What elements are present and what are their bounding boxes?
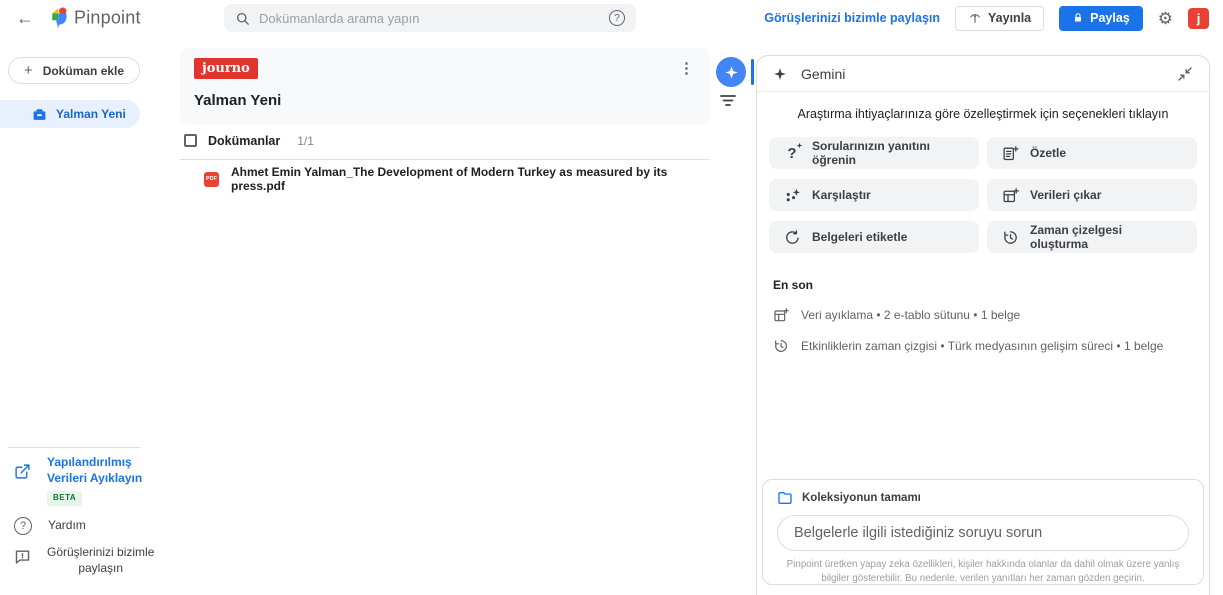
search-input[interactable]	[259, 11, 600, 26]
publish-button[interactable]: Yayınla	[955, 6, 1044, 31]
filter-icon[interactable]	[719, 94, 737, 112]
documents-count: 1/1	[297, 134, 314, 148]
documents-label: Dokümanlar	[208, 134, 280, 148]
gemini-spark-icon	[724, 65, 739, 80]
chip-summarize[interactable]: Özetle	[987, 137, 1197, 169]
sidebar-item-structured-data[interactable]: Yapılandırılmış Verileri Ayıklayın BETA	[14, 455, 142, 506]
settings-gear-icon[interactable]: ⚙	[1158, 10, 1173, 27]
top-bar-actions: Görüşlerinizi bizimle paylaşın Yayınla	[764, 0, 1215, 36]
recent-item-data-extraction[interactable]: Veri ayıklama • 2 e-tablo sütunu • 1 bel…	[773, 307, 1193, 323]
recent-item-timeline[interactable]: Etkinliklerin zaman çizgisi • Türk medya…	[773, 338, 1193, 354]
compare-sparkle-icon	[783, 187, 801, 204]
gemini-title: Gemini	[801, 66, 845, 82]
timeline-clock-icon	[773, 338, 789, 354]
chip-label-documents[interactable]: Belgeleri etiketle	[769, 221, 979, 253]
collapse-panel-icon[interactable]	[1177, 66, 1193, 82]
help-icon: ?	[14, 517, 32, 535]
collection-scope-chip[interactable]: Koleksiyonun tamamı	[777, 490, 1189, 506]
collection-title: Yalman Yeni	[194, 92, 281, 109]
search-bar: ?	[224, 4, 636, 32]
top-bar: ← Pinpoint ? Görüşlerinizi bizimle payla…	[0, 0, 1223, 36]
gemini-panel-header: Gemini	[757, 56, 1209, 92]
ai-disclaimer: Pinpoint üretken yapay zeka özellikleri,…	[777, 558, 1189, 585]
publish-icon	[968, 11, 982, 25]
label-documents-icon	[783, 229, 801, 246]
select-all-checkbox[interactable]	[184, 134, 197, 147]
search-help-icon[interactable]: ?	[609, 10, 625, 26]
collection-header-card: journo Yalman Yeni ⋮	[180, 48, 710, 125]
sidebar-item-feedback[interactable]: Görüşlerinizi bizimle paylaşın	[14, 545, 154, 576]
collection-briefcase-icon	[32, 107, 47, 122]
open-in-new-icon	[14, 463, 31, 506]
journo-brand-logo: journo	[194, 58, 258, 79]
account-avatar[interactable]: j	[1188, 8, 1209, 29]
gemini-panel: Gemini Araştırma ihtiyaçlarınıza göre öz…	[756, 55, 1210, 595]
ask-question-input[interactable]	[777, 515, 1189, 551]
panel-resize-handle[interactable]	[751, 59, 754, 85]
recent-section: En son Veri ayıklama • 2 e-tablo sütunu …	[773, 278, 1193, 354]
gemini-star-icon	[773, 67, 787, 81]
lock-icon	[1072, 12, 1084, 24]
gemini-ask-card: Koleksiyonun tamamı Pinpoint üretken yap…	[762, 479, 1204, 585]
document-name: Ahmet Emin Yalman_The Development of Mod…	[231, 165, 710, 193]
summarize-icon	[1001, 145, 1019, 162]
back-icon[interactable]: ←	[16, 9, 34, 27]
sidebar-item-help[interactable]: ? Yardım	[14, 517, 86, 535]
documents-divider	[180, 159, 710, 160]
extract-table-icon	[773, 307, 789, 323]
left-sidebar: + Doküman ekle Yalman Yeni	[0, 36, 180, 595]
gemini-fab-button[interactable]	[716, 57, 746, 87]
pinpoint-app: ← Pinpoint ? Görüşlerinizi bizimle payla…	[0, 0, 1223, 595]
sidebar-item-collection[interactable]: Yalman Yeni	[0, 100, 140, 128]
feedback-bubble-icon	[14, 548, 31, 576]
chip-extract-data[interactable]: Verileri çıkar	[987, 179, 1197, 211]
share-button[interactable]: Paylaş	[1059, 6, 1143, 31]
feedback-link[interactable]: Görüşlerinizi bizimle paylaşın	[764, 11, 940, 25]
app-name: Pinpoint	[74, 8, 141, 29]
pdf-file-icon: PDF	[204, 172, 219, 187]
extract-table-icon	[1001, 187, 1019, 204]
sidebar-divider	[8, 447, 140, 448]
chip-answers[interactable]: ? Sorularınızın yanıtını öğrenin	[769, 137, 979, 169]
beta-badge: BETA	[47, 491, 82, 505]
more-options-icon[interactable]: ⋮	[679, 59, 694, 77]
gemini-suggestion-chips: ? Sorularınızın yanıtını öğrenin Özetle	[769, 137, 1197, 253]
pinpoint-logo-icon	[50, 6, 68, 35]
chip-create-timeline[interactable]: Zaman çizelgesi oluşturma	[987, 221, 1197, 253]
search-icon	[235, 11, 250, 26]
question-sparkle-icon: ?	[783, 145, 801, 162]
documents-header: Dokümanlar 1/1	[180, 132, 710, 149]
gemini-intro-text: Araştırma ihtiyaçlarınıza göre özelleşti…	[757, 107, 1209, 121]
recent-label: En son	[773, 278, 1193, 292]
folder-icon	[777, 490, 793, 506]
timeline-clock-icon	[1001, 229, 1019, 246]
document-row[interactable]: PDF Ahmet Emin Yalman_The Development of…	[180, 167, 710, 191]
plus-icon: +	[24, 62, 33, 79]
add-document-button[interactable]: + Doküman ekle	[8, 57, 140, 84]
chip-compare[interactable]: Karşılaştır	[769, 179, 979, 211]
